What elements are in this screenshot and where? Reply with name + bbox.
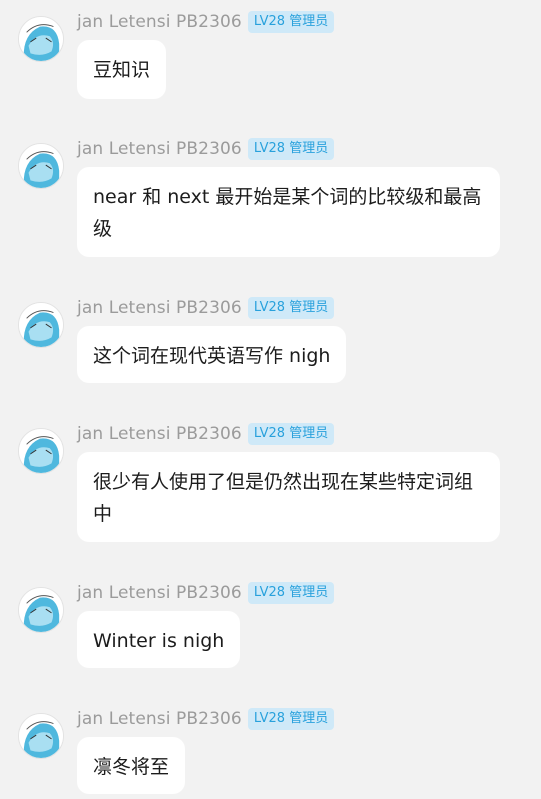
sender-name[interactable]: jan Letensi PB2306 (77, 12, 242, 32)
message-header: jan Letensi PB2306 LV28 管理员 (77, 296, 335, 320)
anime-avatar-icon (19, 714, 63, 758)
chat-message-list[interactable]: jan Letensi PB2306 LV28 管理员 豆知识 jan Lete… (0, 0, 541, 799)
sender-name[interactable]: jan Letensi PB2306 (77, 583, 242, 603)
admin-level-badge: LV28 管理员 (247, 297, 335, 319)
sender-name[interactable]: jan Letensi PB2306 (77, 298, 242, 318)
message-text: near 和 next 最开始是某个词的比较级和最高级 (93, 186, 482, 240)
message-bubble[interactable]: Winter is nigh (77, 611, 241, 668)
avatar[interactable] (18, 143, 64, 189)
message-header: jan Letensi PB2306 LV28 管理员 (77, 422, 335, 446)
anime-avatar-icon (19, 429, 63, 473)
admin-level-badge: LV28 管理员 (247, 423, 335, 445)
message-bubble[interactable]: 凛冬将至 (77, 737, 186, 794)
anime-avatar-icon (19, 588, 63, 632)
avatar[interactable] (18, 428, 64, 474)
message-text: 凛冬将至 (93, 756, 170, 778)
message-bubble[interactable]: 这个词在现代英语写作 nigh (77, 326, 347, 383)
admin-level-badge: LV28 管理员 (247, 582, 335, 604)
avatar[interactable] (18, 587, 64, 633)
message-text: Winter is nigh (93, 630, 225, 652)
anime-avatar-icon (19, 144, 63, 188)
message-text: 这个词在现代英语写作 nigh (93, 345, 331, 367)
admin-level-badge: LV28 管理员 (247, 708, 335, 730)
avatar[interactable] (18, 302, 64, 348)
message-bubble[interactable]: near 和 next 最开始是某个词的比较级和最高级 (77, 167, 500, 257)
sender-name[interactable]: jan Letensi PB2306 (77, 139, 242, 159)
admin-level-badge: LV28 管理员 (247, 11, 335, 33)
message-header: jan Letensi PB2306 LV28 管理员 (77, 707, 335, 731)
sender-name[interactable]: jan Letensi PB2306 (77, 424, 242, 444)
message-text: 豆知识 (93, 59, 151, 81)
message-text: 很少有人使用了但是仍然出现在某些特定词组中 (93, 471, 474, 525)
avatar[interactable] (18, 16, 64, 62)
sender-name[interactable]: jan Letensi PB2306 (77, 709, 242, 729)
message-bubble[interactable]: 豆知识 (77, 40, 167, 99)
message-header: jan Letensi PB2306 LV28 管理员 (77, 10, 335, 34)
anime-avatar-icon (19, 17, 63, 61)
message-bubble[interactable]: 很少有人使用了但是仍然出现在某些特定词组中 (77, 452, 500, 542)
anime-avatar-icon (19, 303, 63, 347)
message-header: jan Letensi PB2306 LV28 管理员 (77, 581, 335, 605)
admin-level-badge: LV28 管理员 (247, 138, 335, 160)
message-header: jan Letensi PB2306 LV28 管理员 (77, 137, 335, 161)
avatar[interactable] (18, 713, 64, 759)
